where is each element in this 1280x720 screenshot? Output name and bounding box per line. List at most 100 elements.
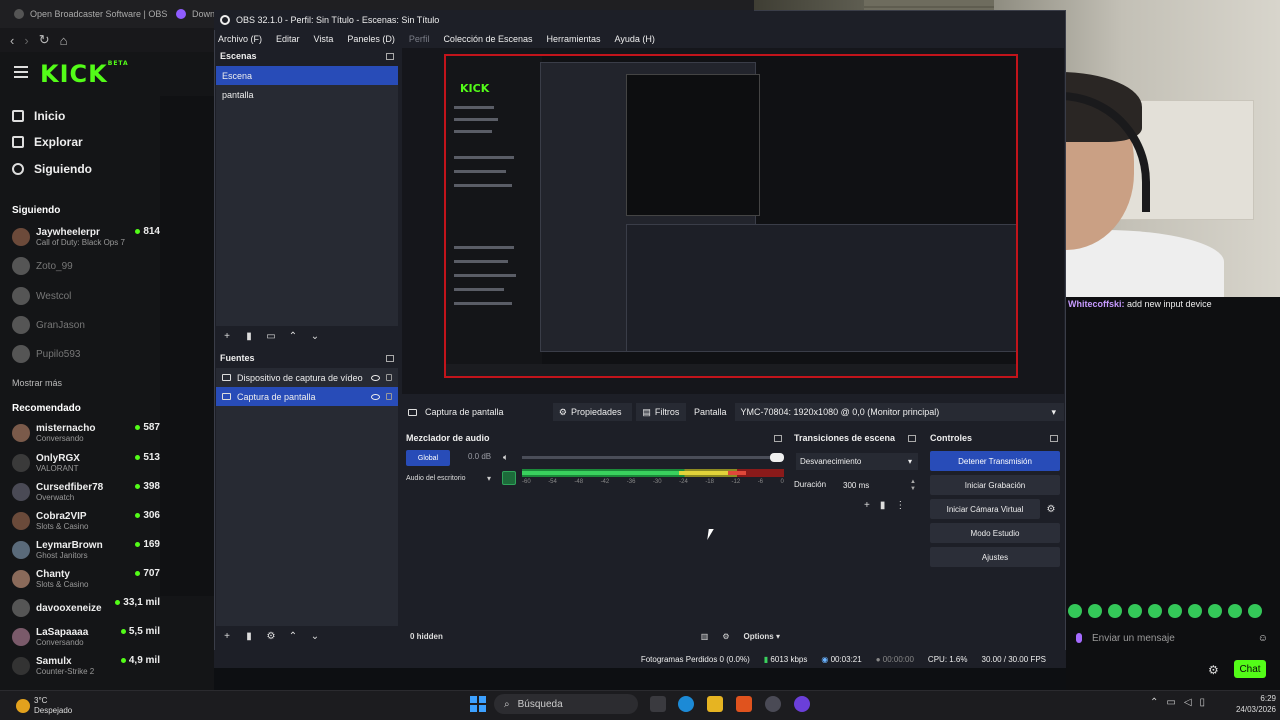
filter-icon[interactable]: ▭ — [266, 331, 276, 342]
brave-icon[interactable] — [736, 696, 752, 712]
start-recording-button[interactable]: Iniciar Grabación — [930, 475, 1060, 495]
menu-vista[interactable]: Vista — [314, 34, 334, 44]
chat-input[interactable]: Enviar un mensaje ☺ — [1076, 628, 1268, 648]
kick-logo[interactable]: KICKBETA — [40, 60, 129, 88]
chat-username[interactable]: Whitecoffski: — [1068, 299, 1125, 309]
undock-icon[interactable] — [386, 52, 394, 60]
source-item[interactable]: Captura de pantalla — [216, 387, 398, 406]
add-icon[interactable]: + — [222, 631, 232, 642]
task-view-icon[interactable] — [650, 696, 666, 712]
browser-tab-obs[interactable]: Open Broadcaster Software | OBS — [14, 4, 167, 24]
browser-tab-download[interactable]: Downl — [176, 4, 217, 24]
add-icon[interactable]: + — [864, 500, 870, 514]
scene-item[interactable]: pantalla — [216, 85, 398, 104]
start-virtual-camera-button[interactable]: Iniciar Cámara Virtual — [930, 499, 1040, 519]
gear-icon[interactable]: ⚙ — [1208, 663, 1219, 677]
trash-icon[interactable]: ▮ — [244, 631, 254, 642]
chat-send-button[interactable]: Chat — [1234, 660, 1266, 678]
emoji-icon[interactable]: ☺ — [1258, 633, 1268, 644]
emote-icon[interactable] — [1228, 604, 1242, 618]
weather-widget[interactable]: 3°C Despejado — [16, 694, 76, 718]
move-up-icon[interactable]: ⌃ — [288, 331, 298, 342]
reload-icon[interactable]: ↻ — [39, 32, 50, 48]
spin-arrows-icon[interactable]: ▲ ▼ — [908, 479, 918, 493]
nav-inicio[interactable]: Inicio — [12, 106, 65, 126]
menu-editar[interactable]: Editar — [276, 34, 300, 44]
trash-icon[interactable]: ▮ — [880, 500, 886, 514]
volume-icon[interactable]: ◁ — [1184, 697, 1192, 711]
emote-icon[interactable] — [1108, 604, 1122, 618]
source-item[interactable]: Dispositivo de captura de vídeo — [216, 368, 398, 387]
emote-icon[interactable] — [1168, 604, 1182, 618]
stop-stream-button[interactable]: Detener Transmisión — [930, 451, 1060, 471]
layout-icon[interactable]: ▥ — [701, 632, 709, 641]
emote-icon[interactable] — [1148, 604, 1162, 618]
move-up-icon[interactable]: ⌃ — [288, 631, 298, 642]
volume-slider[interactable] — [522, 456, 778, 459]
preview-canvas[interactable]: KICK — [444, 54, 1018, 378]
file-explorer-icon[interactable] — [707, 696, 723, 712]
volume-slider-knob[interactable] — [770, 453, 784, 462]
speaker-icon[interactable]: 🔈︎ — [503, 452, 508, 463]
visibility-eye-icon[interactable] — [371, 374, 380, 381]
headphones-icon[interactable] — [502, 471, 516, 485]
network-icon[interactable]: ▭ — [1166, 697, 1175, 711]
visibility-eye-icon[interactable] — [371, 393, 380, 400]
channel-item[interactable]: Zoto_99 — [12, 253, 162, 279]
emote-icon[interactable] — [1088, 604, 1102, 618]
menu-archivo[interactable]: Archivo (F) — [218, 34, 262, 44]
menu-ayuda[interactable]: Ayuda (H) — [615, 34, 655, 44]
chevron-up-icon[interactable]: ⌃ — [1150, 697, 1158, 711]
show-more-link[interactable]: Mostrar más — [12, 378, 62, 388]
chevron-down-icon[interactable]: ▾ — [487, 474, 491, 483]
obs-icon[interactable] — [765, 696, 781, 712]
battery-icon[interactable]: ▯ — [1200, 697, 1206, 711]
global-audio-button[interactable]: Global — [406, 450, 450, 466]
undock-icon[interactable] — [908, 434, 916, 442]
menu-paneles[interactable]: Paneles (D) — [347, 34, 395, 44]
taskbar-clock[interactable]: 6:29 24/03/2026 — [1226, 693, 1276, 715]
settings-button[interactable]: Ajustes — [930, 547, 1060, 567]
gear-icon[interactable]: ⚙ — [1042, 501, 1060, 517]
duration-spinbox[interactable]: 300 ms ▲ ▼ — [840, 477, 918, 494]
filters-button[interactable]: ▤ Filtros — [636, 403, 686, 421]
hidden-count[interactable]: 0 hidden — [410, 632, 443, 641]
channel-item[interactable]: Westcol — [12, 283, 162, 309]
menu-herramientas[interactable]: Herramientas — [547, 34, 601, 44]
menu-perfil[interactable]: Perfil — [409, 34, 430, 44]
undock-icon[interactable] — [386, 354, 394, 362]
nav-siguiendo[interactable]: Siguiendo — [12, 159, 92, 179]
transition-select[interactable]: Desvanecimiento ▾ — [796, 453, 918, 470]
lock-icon[interactable] — [386, 374, 392, 381]
app-icon[interactable] — [794, 696, 810, 712]
channel-item[interactable]: GranJason — [12, 312, 162, 338]
more-options-icon[interactable]: ⋮ — [895, 500, 905, 514]
add-icon[interactable]: + — [222, 331, 232, 342]
back-icon[interactable]: ‹ — [10, 33, 14, 48]
forward-icon[interactable]: › — [24, 33, 28, 48]
trash-icon[interactable]: ▮ — [244, 331, 254, 342]
menu-coleccion[interactable]: Colección de Escenas — [443, 34, 532, 44]
options-button[interactable]: Options ▾ — [744, 632, 780, 641]
emote-icon[interactable] — [1208, 604, 1222, 618]
home-icon[interactable]: ⌂ — [60, 33, 68, 48]
taskbar-search[interactable]: ⌕ Búsqueda — [494, 694, 638, 714]
undock-icon[interactable] — [774, 434, 782, 442]
emote-icon[interactable] — [1188, 604, 1202, 618]
gear-icon[interactable]: ⚙ — [722, 632, 729, 641]
scene-item[interactable]: Escena — [216, 66, 398, 85]
move-down-icon[interactable]: ⌄ — [310, 631, 320, 642]
move-down-icon[interactable]: ⌄ — [310, 331, 320, 342]
studio-mode-button[interactable]: Modo Estudio — [930, 523, 1060, 543]
lock-icon[interactable] — [386, 393, 392, 400]
properties-button[interactable]: ⚙ Propiedades — [552, 403, 633, 421]
emote-icon[interactable] — [1128, 604, 1142, 618]
emote-icon[interactable] — [1248, 604, 1262, 618]
display-select[interactable]: YMC-70804: 1920x1080 @ 0,0 (Monitor prin… — [734, 403, 1065, 421]
windows-start-icon[interactable] — [470, 696, 486, 712]
emote-icon[interactable] — [1068, 604, 1082, 618]
channel-item[interactable]: Pupilo593 — [12, 341, 162, 367]
gear-icon[interactable]: ⚙ — [266, 631, 276, 642]
menu-icon[interactable] — [14, 66, 28, 78]
undock-icon[interactable] — [1050, 434, 1058, 442]
